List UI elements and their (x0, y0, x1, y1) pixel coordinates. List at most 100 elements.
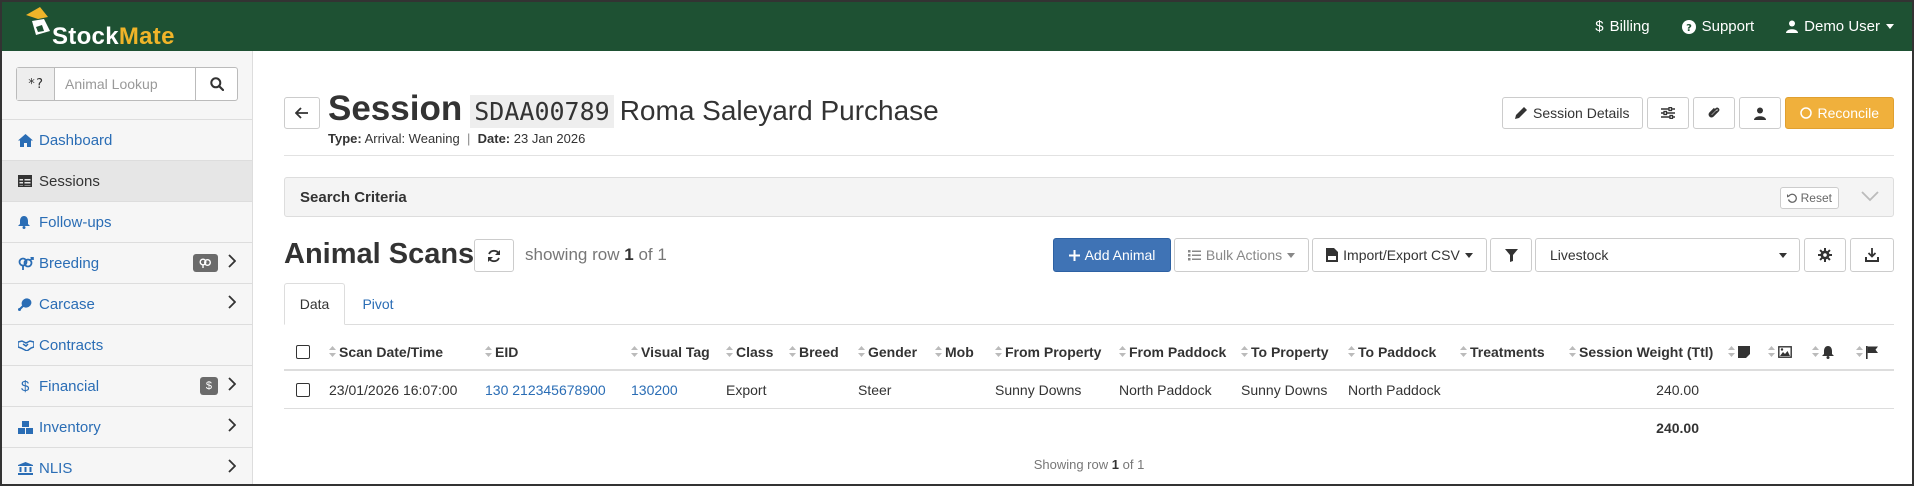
col-alerts[interactable] (1812, 333, 1834, 371)
sidebar-item-contracts[interactable]: Contracts (2, 324, 252, 365)
col-gender[interactable]: Gender (858, 333, 917, 371)
attachments-button[interactable] (1692, 97, 1735, 129)
sort-icon (631, 346, 638, 357)
session-details-button[interactable]: Session Details (1502, 97, 1643, 129)
cell-visual-tag-link[interactable]: 130200 (631, 371, 678, 409)
col-flags[interactable] (1856, 333, 1878, 371)
reconcile-button[interactable]: Reconcile (1784, 97, 1894, 129)
cell-scan-date: 23/01/2026 16:07:00 (329, 382, 458, 398)
caret-down-icon (1464, 252, 1473, 258)
chevron-down-icon[interactable] (1861, 190, 1879, 202)
col-breed[interactable]: Breed (789, 333, 839, 371)
user-menu[interactable]: Demo User (1786, 18, 1894, 35)
sort-icon (1812, 346, 1819, 357)
view-select[interactable]: Livestock (1535, 238, 1800, 272)
support-link[interactable]: ? Support (1681, 18, 1754, 35)
sidebar-item-sessions[interactable]: Sessions (2, 160, 252, 201)
tab-pivot[interactable]: Pivot (345, 283, 411, 325)
col-eid[interactable]: EID (485, 333, 518, 371)
sidebar-item-dashboard[interactable]: Dashboard (2, 119, 252, 160)
sidebar-item-nlis[interactable]: NLIS (2, 447, 252, 486)
refresh-button[interactable] (474, 239, 514, 272)
row-checkbox[interactable] (296, 383, 310, 397)
cell-from-paddock: North Paddock (1119, 382, 1212, 398)
gear-icon (1818, 248, 1832, 262)
col-mob[interactable]: Mob (935, 333, 974, 371)
sort-icon (1348, 346, 1355, 357)
back-button[interactable] (284, 97, 320, 129)
reset-button[interactable]: Reset (1779, 187, 1839, 209)
sort-icon (1241, 346, 1248, 357)
download-button[interactable] (1850, 238, 1894, 272)
dollar-icon: $ (1595, 18, 1604, 35)
sort-icon (1768, 346, 1775, 357)
col-images[interactable] (1768, 333, 1792, 371)
landmark-icon (18, 461, 33, 475)
chevron-right-icon (228, 418, 237, 432)
circle-outline-icon (1799, 107, 1812, 119)
select-all-checkbox[interactable] (296, 345, 310, 359)
user-icon (1753, 107, 1766, 120)
pencil-icon (1515, 107, 1528, 119)
sort-icon (1856, 346, 1863, 357)
col-session-weight[interactable]: Session Weight (Ttl) (1569, 333, 1713, 371)
import-export-csv-button[interactable]: Import/Export CSV (1312, 238, 1487, 272)
arrow-left-icon (295, 107, 308, 119)
sidebar: *? Dashboard Sessions Follow-ups Breedin… (2, 51, 253, 484)
animal-scans-title: Animal Scans (284, 238, 475, 270)
assign-user-button[interactable] (1738, 97, 1781, 129)
refresh-icon (488, 249, 500, 262)
filter-button[interactable] (1490, 238, 1532, 272)
col-to-property[interactable]: To Property (1241, 333, 1329, 371)
col-notes[interactable] (1728, 333, 1750, 371)
grid-settings-button[interactable] (1804, 238, 1846, 272)
wildcard-toggle[interactable]: *? (17, 68, 55, 100)
col-visual-tag[interactable]: Visual Tag (631, 333, 710, 371)
col-from-property[interactable]: From Property (995, 333, 1101, 371)
sidebar-item-follow-ups[interactable]: Follow-ups (2, 201, 252, 242)
col-scan-date[interactable]: Scan Date/Time (329, 333, 443, 371)
cell-to-property: Sunny Downs (1241, 382, 1328, 398)
caret-down-icon (1287, 252, 1296, 258)
col-treatments[interactable]: Treatments (1460, 333, 1545, 371)
boxes-icon (18, 420, 33, 434)
financial-badge: $ (199, 377, 218, 395)
chevron-right-icon (228, 295, 237, 309)
home-icon (18, 133, 33, 147)
sort-icon (1569, 346, 1576, 357)
header-divider (284, 155, 1894, 156)
file-csv-icon (1326, 248, 1339, 262)
animal-lookup-input[interactable] (55, 68, 195, 100)
cell-session-weight: 240.00 (1656, 382, 1699, 398)
page-title: Session SDAA00789 Roma Saleyard Purchase (328, 89, 939, 128)
search-criteria-panel[interactable]: Search Criteria Reset (284, 177, 1894, 217)
tab-data[interactable]: Data (284, 283, 345, 325)
bulk-actions-button[interactable]: Bulk Actions (1174, 238, 1309, 272)
sidebar-item-financial[interactable]: $ Financial $ (2, 365, 252, 406)
sidebar-item-inventory[interactable]: Inventory (2, 406, 252, 447)
billing-link[interactable]: $ Billing (1595, 18, 1649, 35)
animal-lookup: *? (16, 67, 238, 101)
sidebar-item-carcase[interactable]: Carcase (2, 283, 252, 324)
data-tabs: Data Pivot (284, 283, 1894, 325)
sort-icon (935, 346, 942, 357)
table-row[interactable]: 23/01/2026 16:07:00 130 212345678900 130… (284, 371, 1894, 409)
sidebar-item-breeding[interactable]: Breeding (2, 242, 252, 283)
col-class[interactable]: Class (726, 333, 773, 371)
col-from-paddock[interactable]: From Paddock (1119, 333, 1226, 371)
totals-row: 240.00 (284, 409, 1894, 447)
row-count-info: showing row 1 of 1 (525, 245, 667, 264)
cell-gender: Steer (858, 382, 892, 398)
caret-down-icon (1779, 253, 1787, 258)
svg-text:?: ? (1686, 23, 1692, 34)
breeding-badge-icon (193, 254, 218, 272)
add-animal-button[interactable]: Add Animal (1053, 238, 1171, 272)
sort-icon (1728, 346, 1735, 357)
col-to-paddock[interactable]: To Paddock (1348, 333, 1436, 371)
filter-icon (1504, 248, 1518, 262)
session-settings-button[interactable] (1646, 97, 1689, 129)
lookup-search-button[interactable] (195, 68, 237, 100)
cell-eid-link[interactable]: 130 212345678900 (485, 371, 606, 409)
dollar-icon: $ (21, 377, 30, 395)
cell-to-paddock: North Paddock (1348, 382, 1441, 398)
